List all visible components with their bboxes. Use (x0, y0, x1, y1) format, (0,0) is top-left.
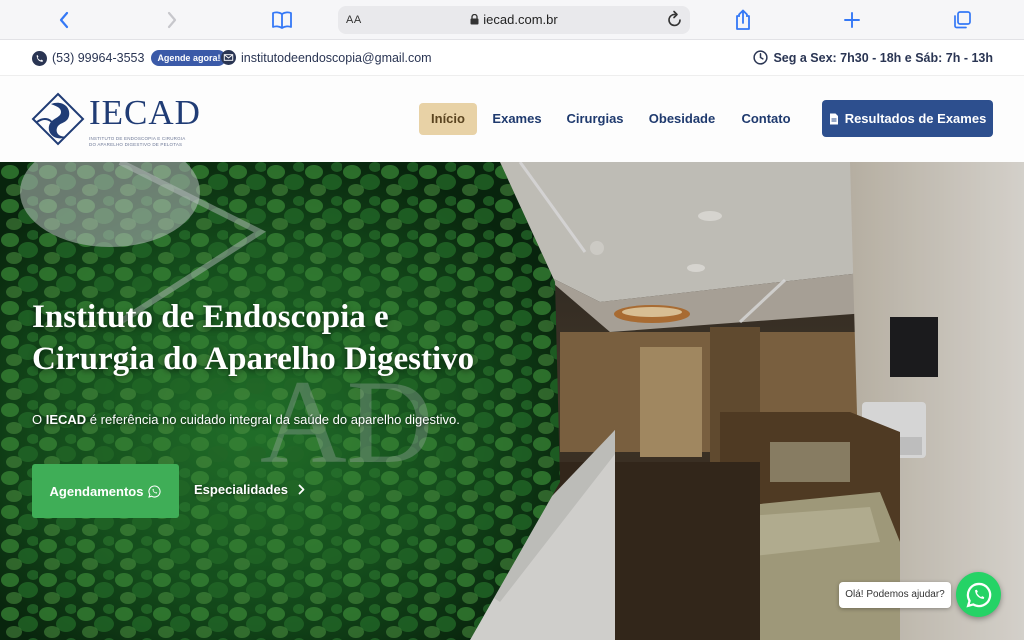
phone-number: (53) 99964-3553 (52, 51, 145, 65)
plus-icon (844, 12, 860, 28)
whatsapp-icon (965, 582, 991, 608)
logo-subtitle-line2: DO APARELHO DIGESTIVO DE PELOTAS (89, 142, 183, 147)
especialidades-label: Especialidades (194, 482, 288, 497)
lock-icon (470, 14, 479, 25)
nav-item-obesidade[interactable]: Obesidade (646, 103, 718, 135)
site-logo[interactable]: IECAD INSTITUTO DE ENDOSCOPIA E CIRURGIA… (31, 90, 201, 150)
chevron-right-icon (167, 11, 177, 29)
clock-icon (753, 50, 769, 65)
logo-subtitle-line1: INSTITUTO DE ENDOSCOPIA E CIRURGIA (89, 136, 186, 141)
nav-item-cirurgias[interactable]: Cirurgias (564, 103, 626, 135)
logo-wordmark: IECAD (89, 93, 201, 132)
tabs-overview-button[interactable] (950, 8, 974, 32)
hero-title-line2: Cirurgia do Aparelho Digestivo (32, 341, 475, 377)
new-tab-button[interactable] (840, 8, 864, 32)
hero-description: O IECAD é referência no cuidado integral… (32, 412, 460, 427)
back-button[interactable] (52, 8, 76, 32)
nav-item-exames[interactable]: Exames (490, 103, 544, 135)
opening-hours: Seg a Sex: 7h30 - 18h e Sáb: 7h - 13h (753, 50, 993, 65)
nav-item-contato[interactable]: Contato (738, 103, 794, 135)
chevron-left-icon (59, 11, 69, 29)
agendamentos-button[interactable]: Agendamentos (32, 464, 179, 518)
exam-results-label: Resultados de Exames (844, 111, 987, 126)
share-icon (736, 9, 750, 30)
hero-desc-brand: IECAD (45, 412, 87, 427)
hero-section: AD Instituto de Endoscopia e Cirurgia do… (0, 162, 1024, 640)
hero-desc-prefix: O (32, 412, 46, 427)
url-text: iecad.com.br (483, 12, 558, 27)
book-icon (272, 11, 292, 29)
hero-title-line1: Instituto de Endoscopia e (32, 299, 389, 335)
chevron-right-icon (298, 484, 305, 495)
email-address: institutodeendoscopia@gmail.com (241, 50, 432, 65)
phone-icon (32, 50, 47, 66)
especialidades-link[interactable]: Especialidades (194, 482, 305, 497)
browser-toolbar: AA iecad.com.br (0, 0, 1024, 40)
chat-prompt-bubble[interactable]: Olá! Podemos ajudar? (839, 582, 951, 608)
reload-button[interactable] (666, 10, 684, 35)
whatsapp-icon (148, 484, 162, 498)
reload-icon (668, 10, 681, 27)
contact-info-bar: (53) 99964-3553 Agende agora! institutod… (0, 40, 1024, 76)
email-contact[interactable]: institutodeendoscopia@gmail.com (221, 50, 432, 65)
email-icon (221, 50, 236, 65)
forward-button[interactable] (160, 8, 184, 32)
hero-background-photo: AD (0, 162, 1024, 640)
share-button[interactable] (731, 8, 755, 32)
hero-desc-rest: é referência no cuidado integral da saúd… (86, 412, 460, 427)
tabs-icon (954, 11, 971, 29)
document-icon (829, 113, 838, 124)
exam-results-button[interactable]: Resultados de Exames (822, 100, 993, 137)
phone-contact[interactable]: (53) 99964-3553 Agende agora! (32, 50, 227, 66)
hero-title: Instituto de Endoscopia e Cirurgia do Ap… (32, 296, 592, 380)
main-navigation: IECAD INSTITUTO DE ENDOSCOPIA E CIRURGIA… (0, 76, 1024, 162)
logo-emblem-icon (31, 92, 85, 146)
bookmarks-button[interactable] (270, 8, 294, 32)
agendamentos-label: Agendamentos (49, 483, 144, 499)
whatsapp-float-button[interactable] (956, 572, 1001, 617)
agende-badge[interactable]: Agende agora! (151, 50, 227, 66)
nav-item-inicio[interactable]: Início (419, 103, 477, 135)
address-bar[interactable]: AA iecad.com.br (338, 6, 690, 34)
hours-text: Seg a Sex: 7h30 - 18h e Sáb: 7h - 13h (773, 50, 993, 65)
